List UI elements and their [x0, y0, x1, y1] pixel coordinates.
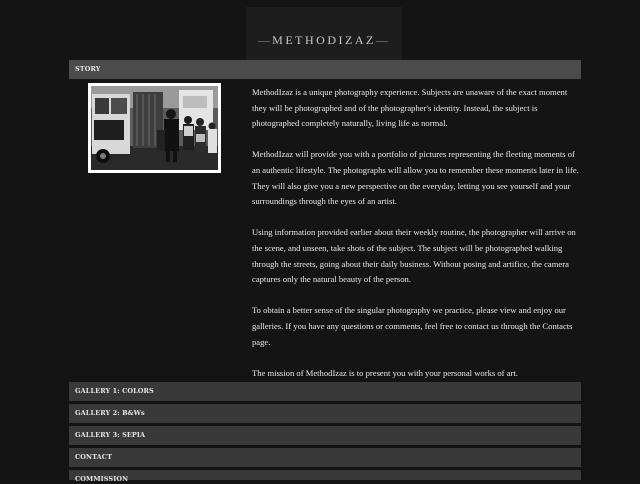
- gallery-bw-label: GALLERY 2: B&Ws: [75, 409, 145, 417]
- story-paragraph: MethodIzaz is a unique photography exper…: [252, 87, 568, 129]
- story-section-header[interactable]: STORY: [69, 60, 581, 79]
- contact-header[interactable]: CONTACT: [69, 448, 581, 467]
- story-paragraph: To obtain a better sense of the singular…: [252, 305, 573, 347]
- contact-label: CONTACT: [75, 453, 113, 461]
- gallery-colors-label: GALLERY 1: COLORS: [75, 387, 154, 395]
- gallery-colors-header[interactable]: GALLERY 1: COLORS: [69, 382, 581, 401]
- logo-right-dash: —: [375, 33, 391, 47]
- gallery-sepia-label: GALLERY 3: SEPIA: [75, 431, 146, 439]
- logo-banner[interactable]: —METHODIZAZ—: [246, 7, 402, 60]
- story-photo-frame: [88, 83, 221, 173]
- story-paragraph: The mission of MethodIzaz is to present …: [252, 367, 518, 378]
- logo-text: METHODIZAZ: [272, 33, 376, 47]
- gallery-sepia-header[interactable]: GALLERY 3: SEPIA: [69, 426, 581, 445]
- story-text: MethodIzaz is a unique photography exper…: [252, 85, 580, 397]
- gallery-bw-header[interactable]: GALLERY 2: B&Ws: [69, 404, 581, 423]
- logo-left-dash: —: [257, 33, 273, 47]
- story-header-label: STORY: [75, 65, 101, 73]
- site-logo[interactable]: —METHODIZAZ—: [246, 33, 402, 47]
- commission-header[interactable]: COMMISSION: [69, 470, 581, 483]
- story-paragraph: Using information provided earlier about…: [252, 227, 576, 285]
- story-paragraph: MethodIzaz will provide you with a portf…: [252, 149, 579, 207]
- street-photo: [91, 86, 218, 170]
